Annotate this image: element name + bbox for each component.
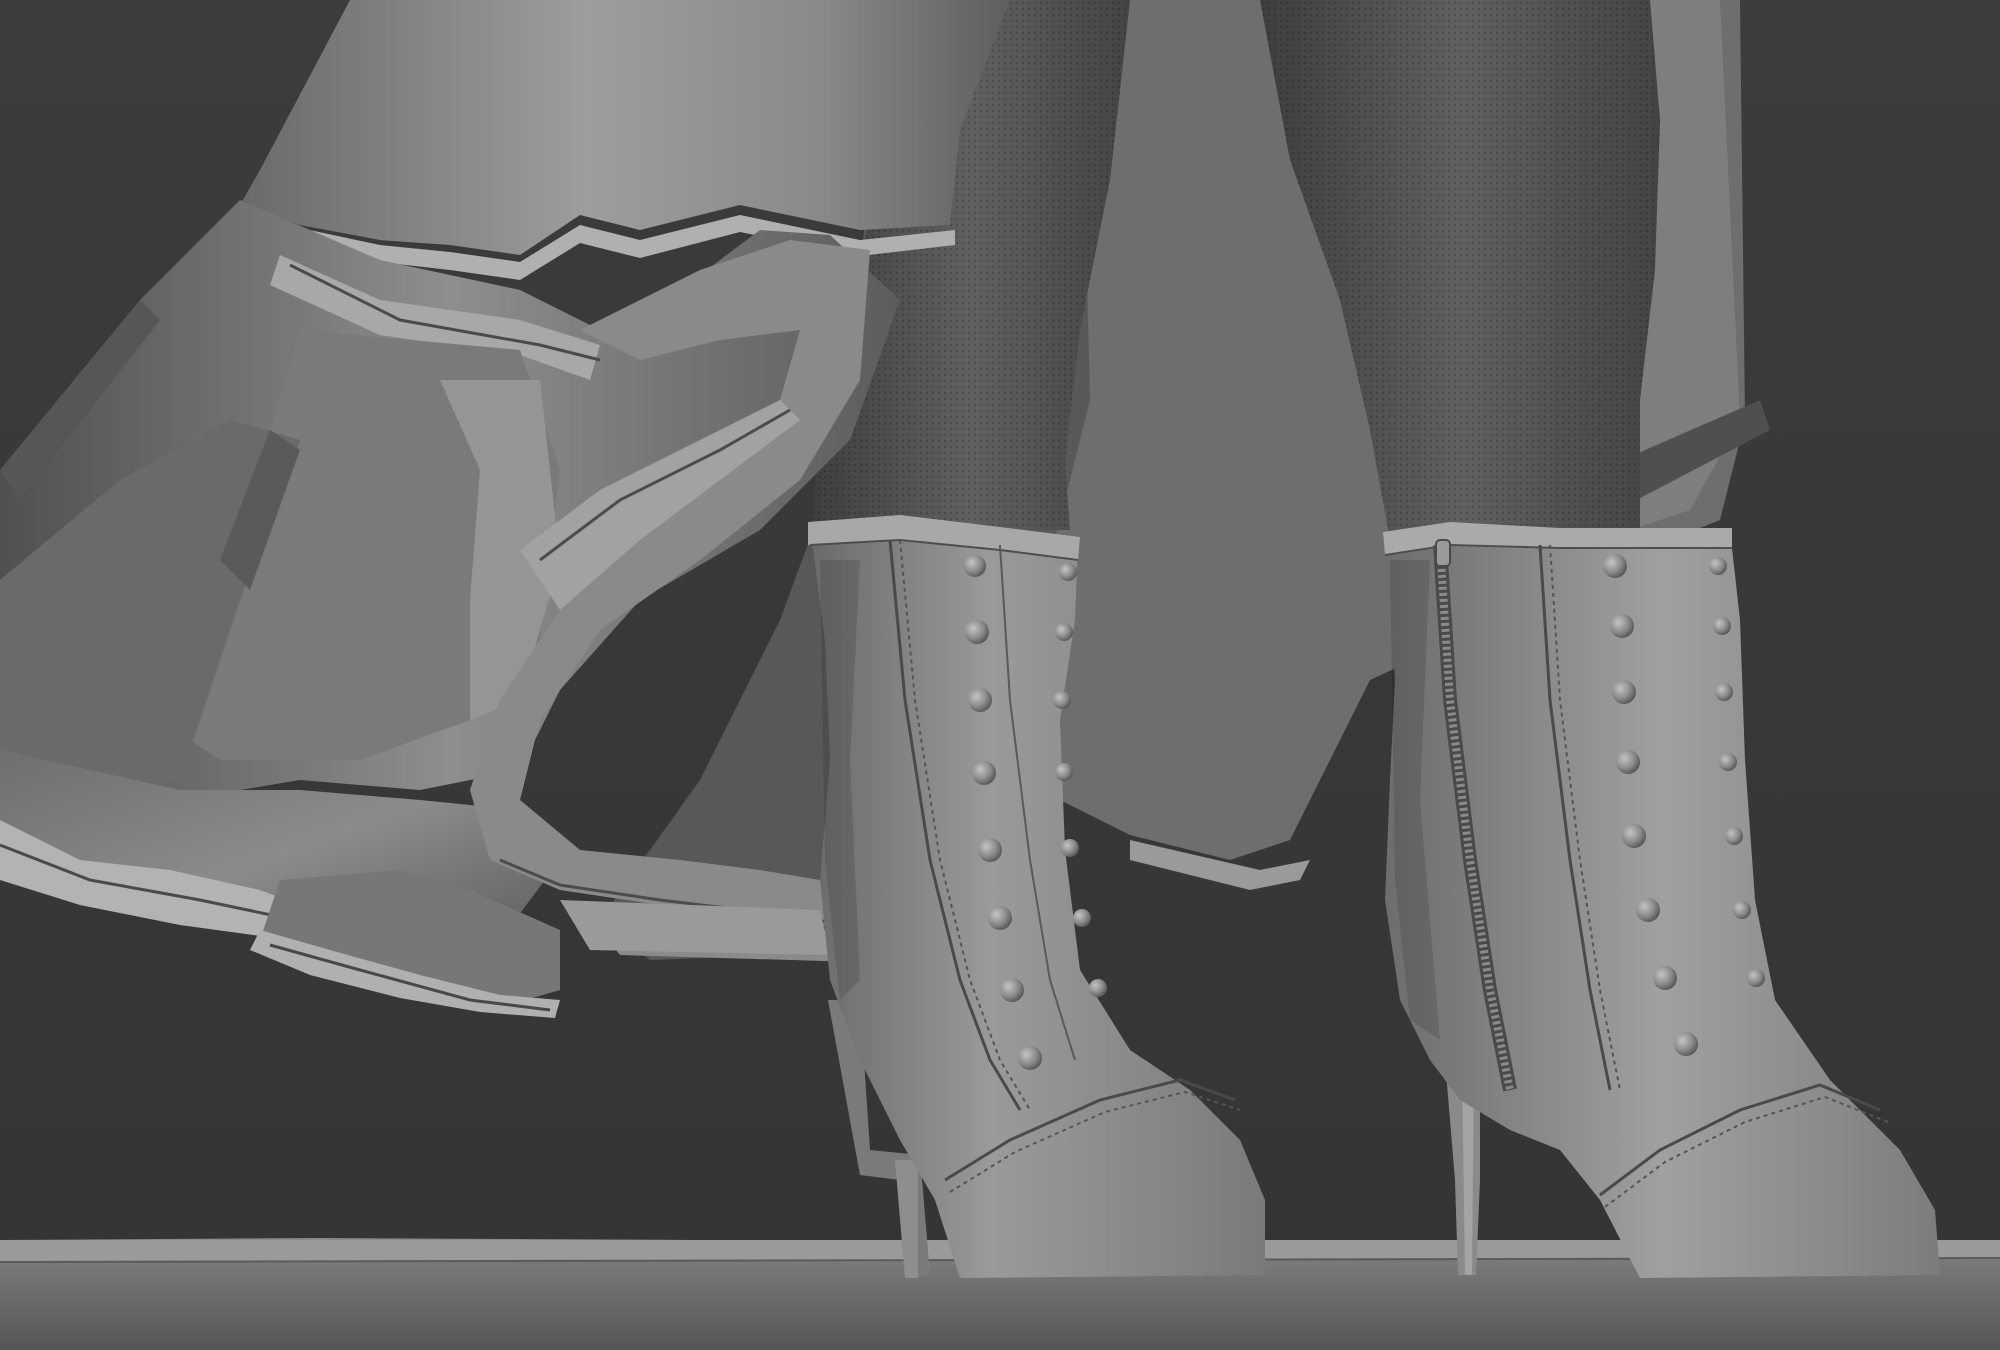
boot-button bbox=[1603, 554, 1627, 578]
boot-button bbox=[968, 688, 992, 712]
boot-button bbox=[988, 906, 1012, 930]
boot-button bbox=[1610, 614, 1634, 638]
boot-button bbox=[965, 620, 989, 644]
boot-button bbox=[972, 761, 996, 785]
viewport bbox=[0, 0, 2000, 1350]
boot-button bbox=[1653, 966, 1677, 990]
boot-button bbox=[1636, 898, 1660, 922]
boot-button bbox=[1612, 680, 1636, 704]
boot-button bbox=[1674, 1032, 1698, 1056]
boot-button bbox=[1000, 978, 1024, 1002]
boot-button bbox=[1616, 750, 1640, 774]
boot-button bbox=[964, 555, 986, 577]
boot-button bbox=[1018, 1046, 1042, 1070]
sculpt-render bbox=[0, 0, 2000, 1350]
boot-button bbox=[978, 838, 1002, 862]
boot-button bbox=[1622, 824, 1646, 848]
